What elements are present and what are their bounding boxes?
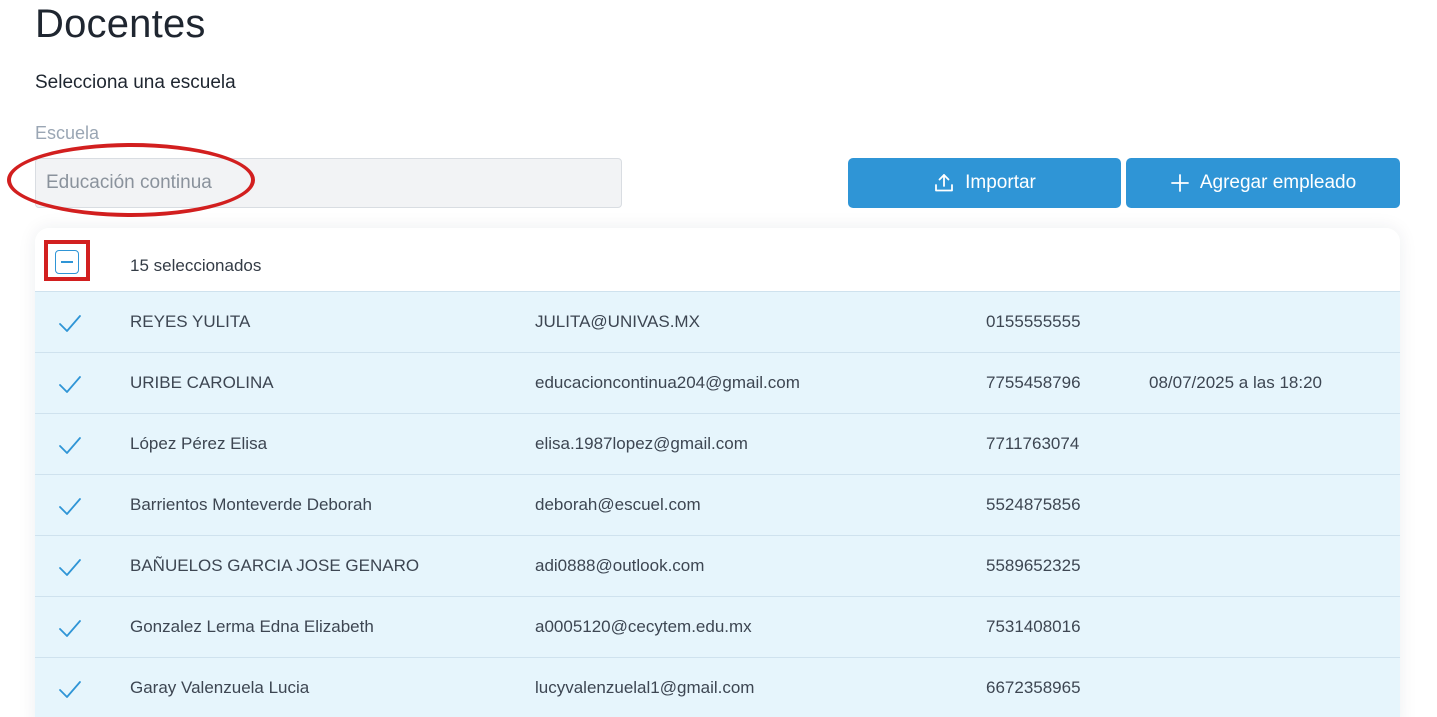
table-row[interactable]: BAÑUELOS GARCIA JOSE GENARO adi0888@outl… [35, 536, 1400, 597]
select-all-checkbox[interactable] [55, 250, 79, 274]
upload-icon [933, 172, 955, 194]
employee-email: adi0888@outlook.com [535, 556, 705, 575]
selected-count: 15 seleccionados [130, 256, 262, 275]
check-icon[interactable] [57, 371, 83, 397]
employee-phone: 6672358965 [986, 678, 1081, 697]
table-row[interactable]: López Pérez Elisa elisa.1987lopez@gmail.… [35, 414, 1400, 475]
page-title: Docentes [35, 2, 206, 46]
employee-phone: 0155555555 [986, 312, 1081, 331]
check-icon[interactable] [57, 493, 83, 519]
employee-email: JULITA@UNIVAS.MX [535, 312, 700, 331]
check-icon[interactable] [57, 676, 83, 702]
employee-name: López Pérez Elisa [130, 434, 268, 453]
employee-name: Barrientos Monteverde Deborah [130, 495, 372, 514]
table-row[interactable]: Barrientos Monteverde Deborah deborah@es… [35, 475, 1400, 536]
employee-name: REYES YULITA [130, 312, 251, 331]
check-icon[interactable] [57, 554, 83, 580]
employee-email: educacioncontinua204@gmail.com [535, 373, 800, 392]
check-icon[interactable] [57, 615, 83, 641]
school-field-label: Escuela [35, 123, 100, 143]
employee-name: URIBE CAROLINA [130, 373, 274, 392]
import-button[interactable]: Importar [848, 158, 1121, 208]
employee-name: Gonzalez Lerma Edna Elizabeth [130, 617, 374, 636]
employee-phone: 7755458796 [986, 373, 1081, 392]
add-employee-button[interactable]: Agregar empleado [1126, 158, 1400, 208]
add-employee-button-label: Agregar empleado [1199, 172, 1357, 193]
docentes-page: Docentes Selecciona una escuela Escuela … [0, 0, 1437, 717]
plus-icon [1170, 173, 1190, 193]
employee-name: Garay Valenzuela Lucia [130, 678, 310, 697]
school-select-input[interactable] [35, 158, 622, 208]
employee-name: BAÑUELOS GARCIA JOSE GENARO [130, 556, 420, 575]
employee-phone: 5524875856 [986, 495, 1081, 514]
check-icon[interactable] [57, 432, 83, 458]
table-row[interactable]: URIBE CAROLINA educacioncontinua204@gmai… [35, 353, 1400, 414]
table-body: REYES YULITA JULITA@UNIVAS.MX 0155555555… [35, 292, 1400, 717]
employee-email: lucyvalenzuelal1@gmail.com [535, 678, 755, 697]
employee-phone: 7711763074 [986, 434, 1080, 453]
table-row[interactable]: Garay Valenzuela Lucia lucyvalenzuelal1@… [35, 658, 1400, 717]
employee-email: a0005120@cecytem.edu.mx [535, 617, 752, 636]
table-header: 15 seleccionados [35, 228, 1400, 292]
employee-email: elisa.1987lopez@gmail.com [535, 434, 748, 453]
import-button-label: Importar [965, 172, 1036, 193]
table-row[interactable]: REYES YULITA JULITA@UNIVAS.MX 0155555555 [35, 292, 1400, 353]
employee-email: deborah@escuel.com [535, 495, 701, 514]
employee-last-access: 08/07/2025 a las 18:20 [1149, 373, 1322, 392]
table-row[interactable]: Gonzalez Lerma Edna Elizabeth a0005120@c… [35, 597, 1400, 658]
employee-phone: 5589652325 [986, 556, 1081, 575]
employees-table: 15 seleccionados REYES YULITA JULITA@UNI… [35, 228, 1400, 717]
check-icon[interactable] [57, 310, 83, 336]
employee-phone: 7531408016 [986, 617, 1081, 636]
page-subtitle: Selecciona una escuela [35, 72, 236, 93]
